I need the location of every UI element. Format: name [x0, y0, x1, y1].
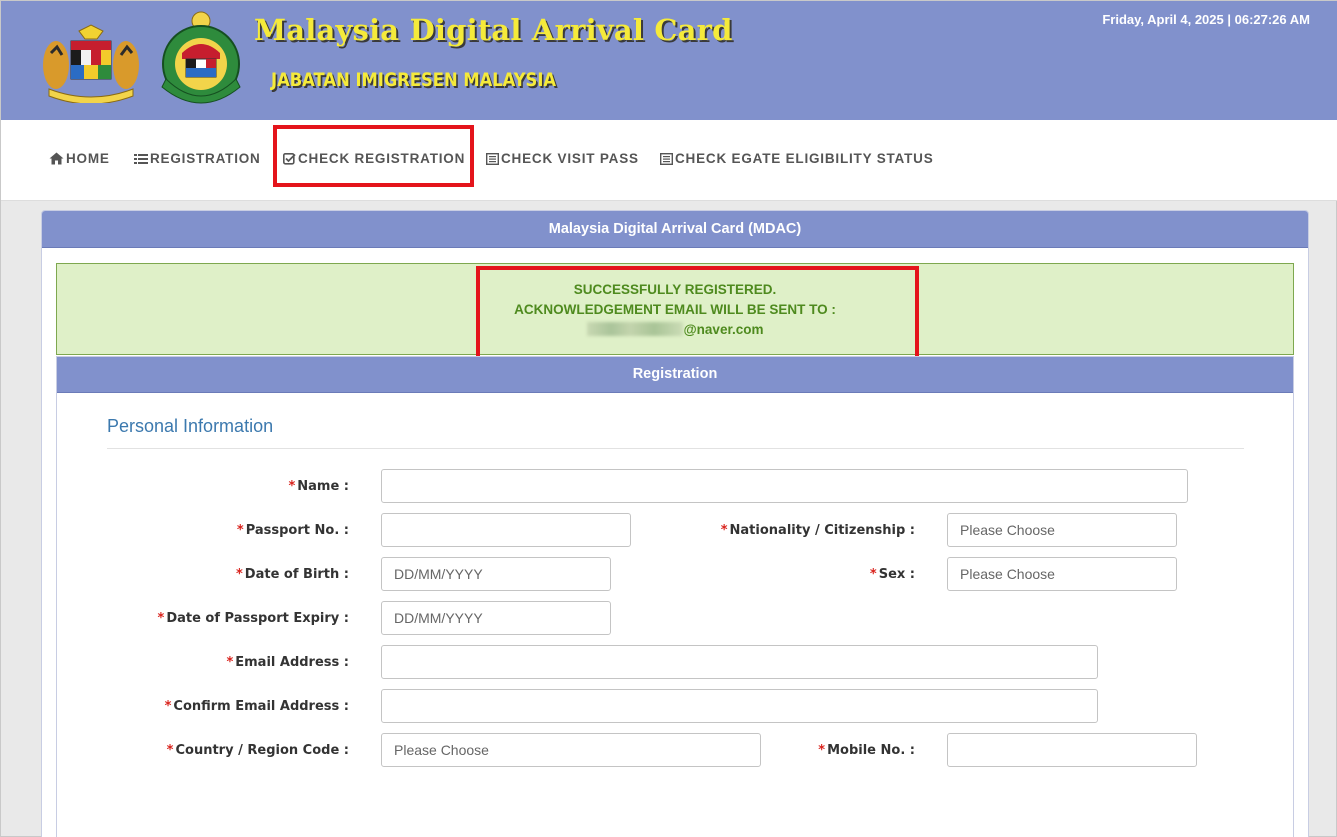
name-label: * Name : [288, 479, 349, 494]
imigresen-malaysia-emblem-logo [161, 11, 241, 104]
section-divider [107, 448, 1244, 449]
highlight-box-nav [273, 125, 474, 187]
passport-expiry-input[interactable]: DD/MM/YYYY [381, 601, 611, 635]
nationality-select[interactable]: Please Choose [947, 513, 1177, 547]
nav-home-label: HOME [66, 151, 110, 166]
date-of-birth-label: * Date of Birth : [235, 567, 349, 582]
site-title: Malaysia Digital Arrival Card [254, 13, 733, 47]
registration-panel-title: Registration [57, 357, 1293, 393]
mdac-panel-title: Malaysia Digital Arrival Card (MDAC) [42, 211, 1308, 248]
list-icon [134, 153, 148, 164]
home-icon [49, 152, 64, 165]
nav-home[interactable]: HOME [49, 151, 110, 166]
passport-no-label: * Passport No. : [236, 523, 349, 538]
site-subtitle: JABATAN IMIGRESEN MALAYSIA [271, 69, 557, 91]
mobile-no-input[interactable] [947, 733, 1197, 767]
nav-check-visit-pass[interactable]: CHECK VISIT PASS [486, 151, 639, 166]
sex-label: * Sex : [869, 567, 915, 582]
name-input[interactable] [381, 469, 1188, 503]
document-icon [486, 152, 499, 165]
nav-check-egate-eligibility-label: CHECK EGATE ELIGIBILITY STATUS [675, 151, 934, 166]
current-datetime: Friday, April 4, 2025 | 06:27:26 AM [1102, 12, 1310, 27]
site-header: Malaysia Digital Arrival Card JABATAN IM… [1, 1, 1337, 120]
nationality-label: * Nationality / Citizenship : [720, 523, 915, 538]
malaysia-coat-of-arms-logo [43, 24, 139, 103]
nav-check-egate-eligibility[interactable]: CHECK EGATE ELIGIBILITY STATUS [660, 151, 934, 166]
document-icon [660, 152, 673, 165]
nav-check-visit-pass-label: CHECK VISIT PASS [501, 151, 639, 166]
confirm-email-label: * Confirm Email Address : [164, 699, 349, 714]
highlight-box-alert [476, 266, 919, 362]
confirm-email-input[interactable] [381, 689, 1098, 723]
passport-no-input[interactable] [381, 513, 631, 547]
section-title-personal-info: Personal Information [107, 416, 274, 436]
email-input[interactable] [381, 645, 1098, 679]
passport-expiry-label: * Date of Passport Expiry : [157, 611, 350, 626]
main-navigation: HOME REGISTRATION CHECK REGISTRATION CHE… [1, 120, 1337, 201]
country-region-code-select[interactable]: Please Choose [381, 733, 761, 767]
email-label: * Email Address : [226, 655, 349, 670]
nav-registration-label: REGISTRATION [150, 151, 261, 166]
mobile-no-label: * Mobile No. : [818, 743, 915, 758]
nav-registration[interactable]: REGISTRATION [134, 151, 261, 166]
date-of-birth-input[interactable]: DD/MM/YYYY [381, 557, 611, 591]
sex-select[interactable]: Please Choose [947, 557, 1177, 591]
country-region-code-label: * Country / Region Code : [166, 743, 349, 758]
